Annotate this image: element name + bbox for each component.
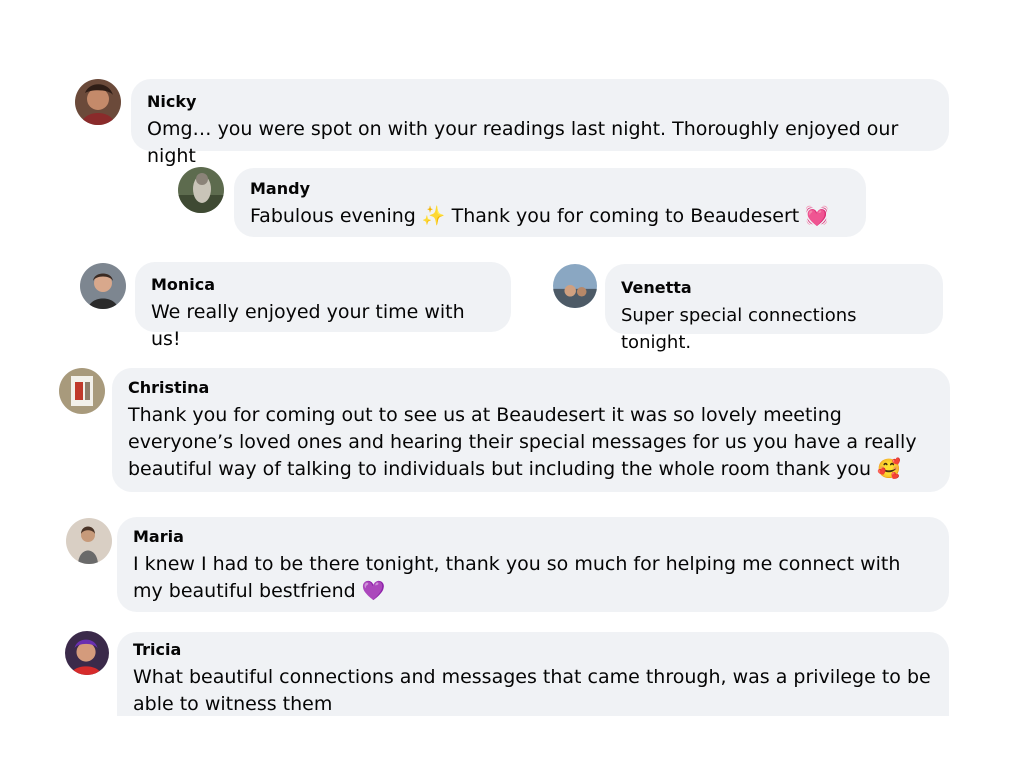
purple-heart-emoji: 💜 [361, 580, 386, 602]
beating-heart-emoji: 💓 [805, 205, 829, 227]
commenter-name[interactable]: Mandy [250, 179, 850, 199]
comment-text-part: Fabulous evening [250, 205, 422, 227]
comment-text-part: Thank you for coming to Beaudesert [445, 205, 806, 227]
commenter-name[interactable]: Monica [151, 275, 495, 295]
comment-bubble: Tricia What beautiful connections and me… [117, 632, 949, 716]
profile-photo-icon [80, 263, 126, 309]
avatar[interactable] [553, 264, 597, 308]
comment-bubble: Maria I knew I had to be there tonight, … [117, 517, 949, 612]
comment-bubble: Christina Thank you for coming out to se… [112, 368, 950, 492]
profile-photo-icon [66, 518, 112, 564]
comment-text: Fabulous evening ✨ Thank you for coming … [250, 203, 850, 230]
comment-text: Thank you for coming out to see us at Be… [128, 402, 934, 483]
comment-text-part: I knew I had to be there tonight, thank … [133, 553, 901, 602]
comment-text: I knew I had to be there tonight, thank … [133, 551, 933, 605]
commenter-name[interactable]: Tricia [133, 640, 933, 660]
comment-text: We really enjoyed your time with us! [151, 301, 465, 350]
comment-text: Super special connections tonight. [621, 305, 857, 353]
commenter-name[interactable]: Christina [128, 378, 934, 398]
profile-photo-icon [553, 264, 597, 308]
avatar[interactable] [80, 263, 126, 309]
comment-text: Omg… you were spot on with your readings… [147, 118, 899, 167]
comment-bubble: Monica We really enjoyed your time with … [135, 262, 511, 350]
comment-text-part: Thank you for coming out to see us at Be… [128, 404, 917, 480]
sparkles-emoji: ✨ [421, 205, 446, 227]
avatar[interactable] [65, 631, 109, 675]
profile-photo-icon [178, 167, 224, 213]
comment-bubble: Venetta Super special connections tonigh… [605, 264, 943, 353]
comments-screenshot: Nicky Omg… you were spot on with your re… [0, 0, 1025, 769]
profile-photo-icon [75, 79, 121, 125]
avatar[interactable] [59, 368, 105, 414]
smiling-face-with-hearts-emoji: 🥰 [877, 458, 901, 480]
avatar[interactable] [66, 518, 112, 564]
comment-bubble: Mandy Fabulous evening ✨ Thank you for c… [234, 168, 866, 237]
profile-photo-icon [59, 368, 105, 414]
avatar[interactable] [75, 79, 121, 125]
commenter-name[interactable]: Nicky [147, 92, 933, 112]
comment-bubble: Nicky Omg… you were spot on with your re… [131, 79, 949, 167]
profile-photo-icon [65, 631, 109, 675]
avatar[interactable] [178, 167, 224, 213]
comment-text: What beautiful connections and messages … [133, 666, 931, 715]
commenter-name[interactable]: Venetta [621, 278, 927, 298]
commenter-name[interactable]: Maria [133, 527, 933, 547]
